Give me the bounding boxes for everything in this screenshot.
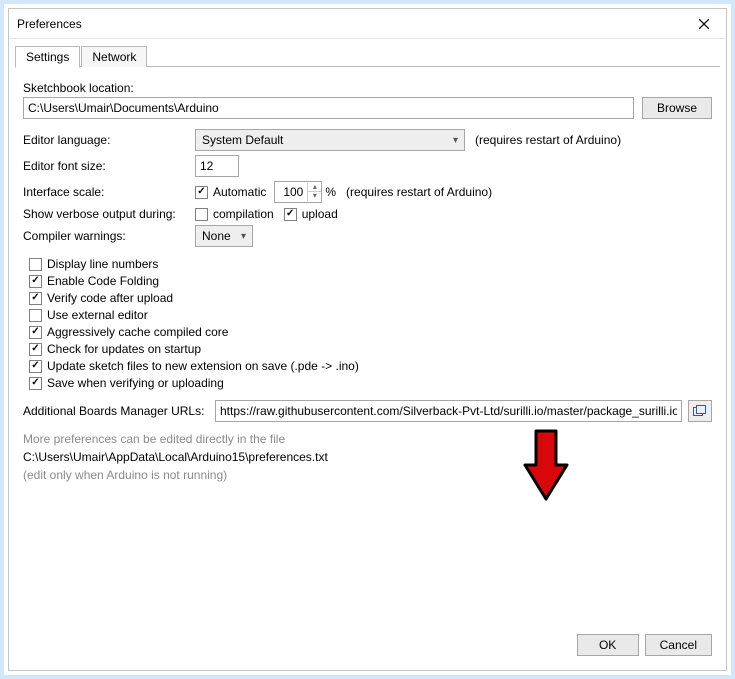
ok-button[interactable]: OK bbox=[577, 634, 639, 656]
interface-scale-label: Interface scale: bbox=[23, 185, 195, 199]
display-line-numbers-checkbox[interactable]: Display line numbers bbox=[29, 257, 712, 271]
editor-language-value: System Default bbox=[202, 133, 283, 147]
window-title: Preferences bbox=[17, 17, 82, 31]
chevron-down-icon: ▾ bbox=[453, 135, 458, 146]
compiler-warnings-value: None bbox=[202, 229, 231, 243]
scale-hint: (requires restart of Arduino) bbox=[346, 185, 492, 199]
checkbox-icon bbox=[195, 186, 208, 199]
scale-automatic-checkbox[interactable]: Automatic bbox=[195, 185, 266, 199]
window-icon bbox=[693, 405, 707, 417]
scale-value-input[interactable] bbox=[275, 183, 307, 201]
verify-code-checkbox[interactable]: Verify code after upload bbox=[29, 291, 712, 305]
expand-urls-button[interactable] bbox=[688, 400, 712, 422]
cache-core-checkbox[interactable]: Aggressively cache compiled core bbox=[29, 325, 712, 339]
editor-language-select[interactable]: System Default ▾ bbox=[195, 129, 465, 151]
check-updates-checkbox[interactable]: Check for updates on startup bbox=[29, 342, 712, 356]
verbose-compilation-checkbox[interactable]: compilation bbox=[195, 207, 274, 221]
content-area: Sketchbook location: Browse Editor langu… bbox=[9, 67, 726, 670]
update-extension-checkbox[interactable]: Update sketch files to new extension on … bbox=[29, 359, 712, 373]
checkbox-icon bbox=[29, 377, 42, 390]
tab-settings[interactable]: Settings bbox=[15, 46, 80, 68]
scale-automatic-label: Automatic bbox=[213, 185, 266, 199]
external-editor-checkbox[interactable]: Use external editor bbox=[29, 308, 712, 322]
cache-core-label: Aggressively cache compiled core bbox=[47, 325, 228, 339]
chevron-down-icon: ▾ bbox=[241, 231, 246, 242]
external-editor-label: Use external editor bbox=[47, 308, 148, 322]
checkbox-icon bbox=[29, 292, 42, 305]
browse-button[interactable]: Browse bbox=[642, 97, 712, 119]
spinner-arrows[interactable]: ▴▾ bbox=[307, 183, 321, 201]
verbose-upload-checkbox[interactable]: upload bbox=[284, 207, 338, 221]
prefs-file-path: C:\Users\Umair\AppData\Local\Arduino15\p… bbox=[23, 450, 712, 464]
close-button[interactable] bbox=[682, 9, 726, 39]
save-when-verifying-label: Save when verifying or uploading bbox=[47, 376, 224, 390]
scale-pct: % bbox=[325, 185, 336, 199]
more-prefs-line3: (edit only when Arduino is not running) bbox=[23, 468, 712, 482]
title-bar: Preferences bbox=[9, 9, 726, 39]
enable-code-folding-checkbox[interactable]: Enable Code Folding bbox=[29, 274, 712, 288]
checkbox-icon bbox=[284, 208, 297, 221]
dialog-footer: OK Cancel bbox=[577, 634, 712, 656]
verbose-compilation-label: compilation bbox=[213, 207, 274, 221]
editor-language-label: Editor language: bbox=[23, 133, 195, 147]
enable-code-folding-label: Enable Code Folding bbox=[47, 274, 159, 288]
verify-code-label: Verify code after upload bbox=[47, 291, 173, 305]
compiler-warnings-select[interactable]: None ▾ bbox=[195, 225, 253, 247]
tab-network[interactable]: Network bbox=[81, 46, 147, 67]
checkbox-icon bbox=[29, 326, 42, 339]
preferences-window: Preferences Settings Network Sketchbook … bbox=[8, 8, 727, 671]
checkbox-icon bbox=[195, 208, 208, 221]
outer-frame: Preferences Settings Network Sketchbook … bbox=[0, 0, 735, 679]
update-extension-label: Update sketch files to new extension on … bbox=[47, 359, 359, 373]
more-prefs-line1: More preferences can be edited directly … bbox=[23, 432, 712, 446]
checkbox-icon bbox=[29, 343, 42, 356]
cancel-button[interactable]: Cancel bbox=[645, 634, 712, 656]
editor-font-size-input[interactable] bbox=[195, 155, 239, 177]
checkbox-icon bbox=[29, 275, 42, 288]
check-updates-label: Check for updates on startup bbox=[47, 342, 201, 356]
verbose-label: Show verbose output during: bbox=[23, 207, 195, 221]
scale-spinner[interactable]: ▴▾ bbox=[274, 181, 322, 203]
checkbox-icon bbox=[29, 309, 42, 322]
sketchbook-location-input[interactable] bbox=[23, 97, 634, 119]
save-when-verifying-checkbox[interactable]: Save when verifying or uploading bbox=[29, 376, 712, 390]
display-line-numbers-label: Display line numbers bbox=[47, 257, 158, 271]
editor-language-hint: (requires restart of Arduino) bbox=[475, 133, 621, 147]
checkbox-icon bbox=[29, 258, 42, 271]
options-checklist: Display line numbers Enable Code Folding… bbox=[29, 257, 712, 390]
close-icon bbox=[699, 19, 709, 29]
tabs: Settings Network bbox=[9, 39, 726, 67]
additional-boards-label: Additional Boards Manager URLs: bbox=[23, 404, 215, 418]
sketchbook-label: Sketchbook location: bbox=[23, 81, 712, 95]
additional-boards-url-input[interactable] bbox=[215, 400, 682, 422]
compiler-warnings-label: Compiler warnings: bbox=[23, 229, 195, 243]
verbose-upload-label: upload bbox=[302, 207, 338, 221]
checkbox-icon bbox=[29, 360, 42, 373]
editor-font-label: Editor font size: bbox=[23, 159, 195, 173]
